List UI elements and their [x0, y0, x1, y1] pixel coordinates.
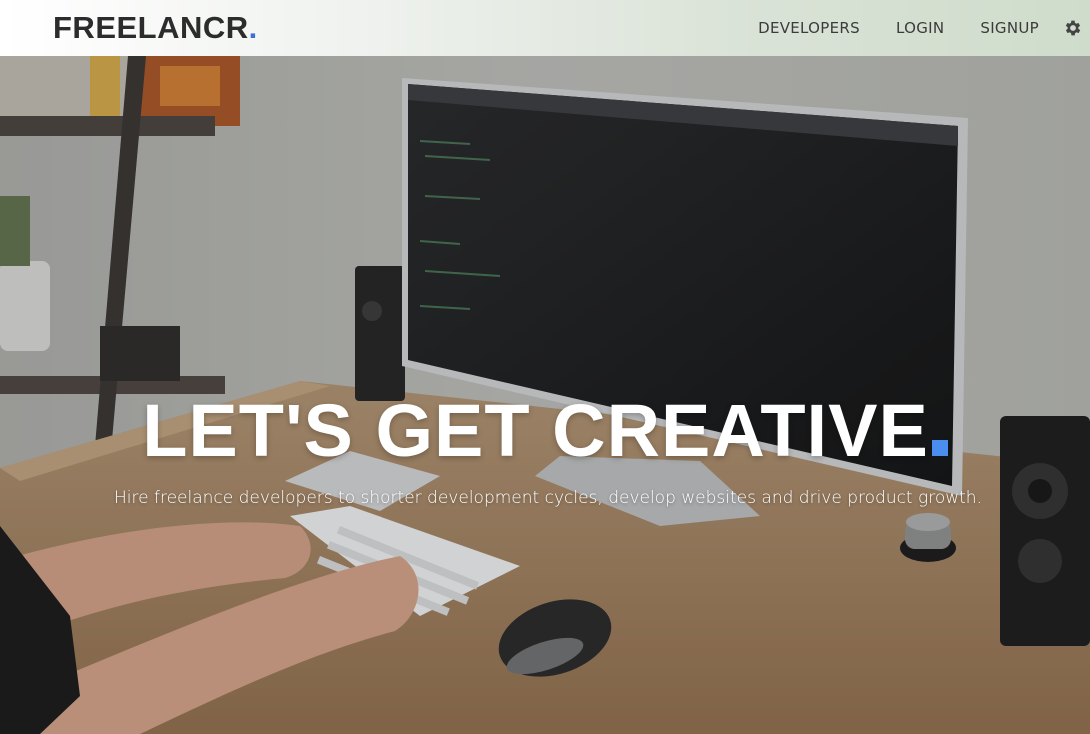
hero-title-text: LET'S GET CREATIVE [142, 389, 929, 472]
hero-section: LET'S GET CREATIVE Hire freelance develo… [0, 56, 1090, 734]
hero-subtitle: Hire freelance developers to shorter dev… [114, 488, 982, 508]
nav-links: DEVELOPERS LOGIN SIGNUP [758, 0, 1090, 56]
brand-dot: . [248, 10, 258, 45]
nav-link-signup[interactable]: SIGNUP [980, 19, 1039, 37]
brand-name: FREELANCR [53, 10, 249, 45]
nav-link-login[interactable]: LOGIN [896, 19, 944, 37]
accent-square [931, 440, 948, 456]
top-navbar: FREELANCR. DEVELOPERS LOGIN SIGNUP [0, 0, 1090, 56]
hero-title: LET'S GET CREATIVE [0, 388, 1090, 473]
gear-icon[interactable] [1063, 18, 1083, 38]
brand-logo[interactable]: FREELANCR. [53, 10, 258, 46]
nav-link-developers[interactable]: DEVELOPERS [758, 19, 860, 37]
